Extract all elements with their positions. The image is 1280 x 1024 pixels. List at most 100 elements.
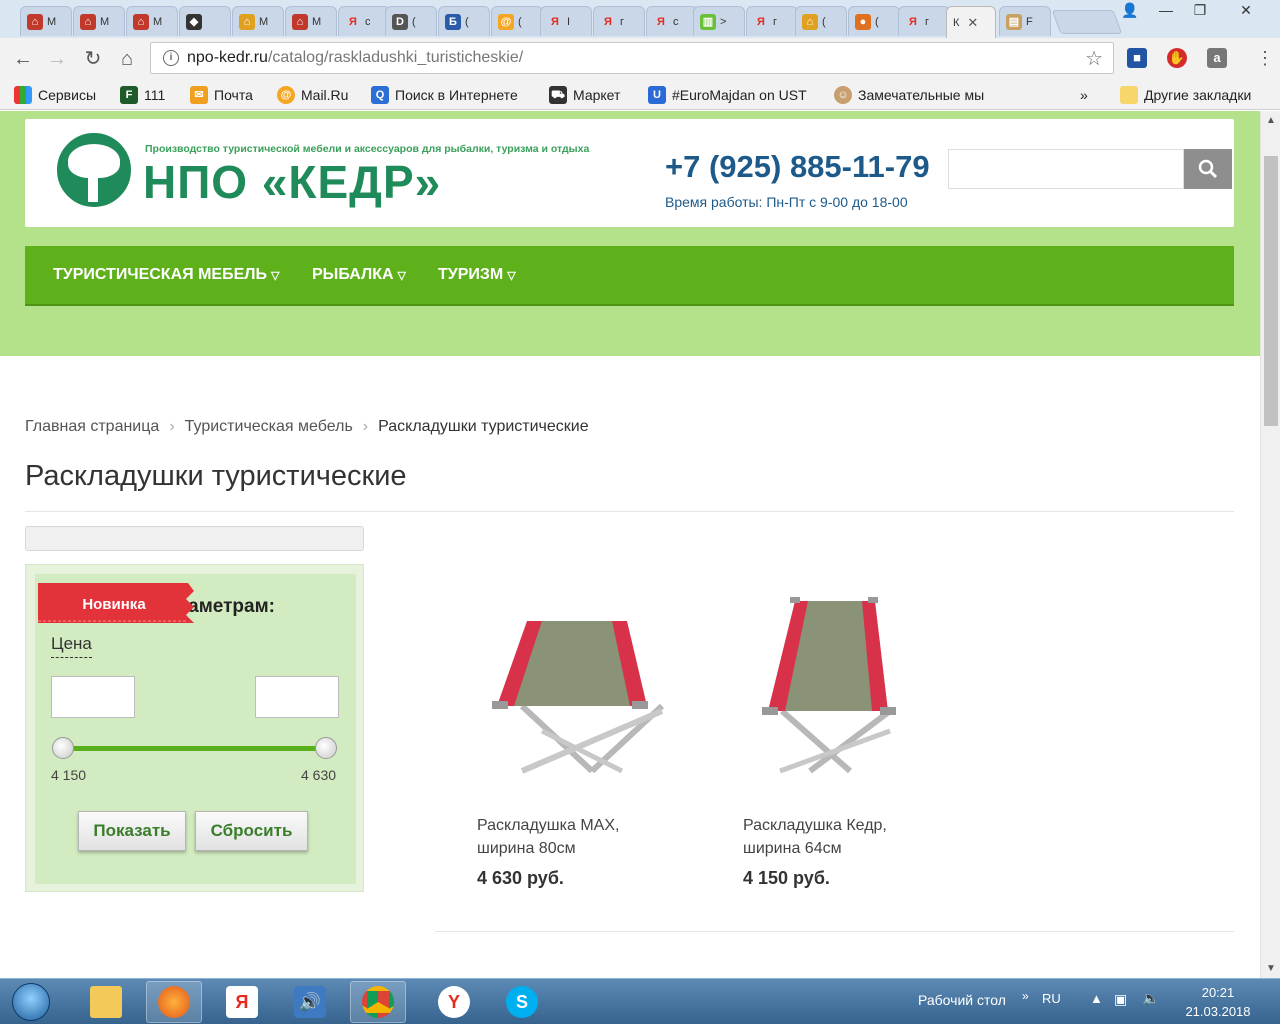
language-indicator[interactable]: RU: [1042, 991, 1061, 1006]
browser-tab-active[interactable]: К ✕: [946, 6, 996, 38]
kedr-favicon: ⌂: [239, 13, 255, 30]
nav-item-tourist-furniture[interactable]: ТУРИСТИЧЕСКАЯ МЕБЕЛЬ ▽: [53, 266, 279, 284]
reload-button[interactable]: ↻: [80, 47, 106, 71]
new-tab-button[interactable]: [1051, 10, 1123, 34]
taskbar-firefox[interactable]: [146, 981, 202, 1023]
breadcrumb-section[interactable]: Туристическая мебель: [185, 418, 353, 435]
bookmark-euromajdan[interactable]: U #EuroMajdan on UST: [648, 85, 807, 105]
taskbar-skype[interactable]: S: [494, 981, 550, 1023]
taskbar-sound[interactable]: 🔊: [282, 981, 338, 1023]
breadcrumb-separator: ›: [362, 418, 369, 435]
start-button[interactable]: [4, 981, 58, 1023]
taskbar-explorer[interactable]: [78, 981, 134, 1023]
nav-item-fishing[interactable]: РЫБАЛКА ▽: [312, 266, 406, 284]
reset-button[interactable]: Сбросить: [195, 811, 308, 851]
browser-tab[interactable]: ⌂ М: [73, 6, 125, 36]
close-tab-icon[interactable]: ✕: [967, 15, 978, 31]
browser-tab[interactable]: ⌂ М: [20, 6, 72, 36]
bookmark-search[interactable]: Q Поиск в Интернете: [371, 85, 518, 105]
browser-tab[interactable]: ⌂ М: [285, 6, 337, 36]
price-slider-track[interactable]: [63, 746, 326, 751]
profile-button[interactable]: 👤: [1114, 0, 1146, 22]
bookmark-market[interactable]: ⛟ Маркет: [549, 85, 620, 105]
scroll-thumb[interactable]: [1264, 156, 1278, 426]
browser-tab[interactable]: Яг: [746, 6, 798, 36]
network-icon[interactable]: ▣: [1114, 991, 1127, 1008]
filter-bar: [25, 526, 364, 551]
page-favicon: ▤: [1006, 13, 1022, 30]
browser-tab[interactable]: ⌂ М: [126, 6, 178, 36]
adblock-icon[interactable]: ✋: [1167, 48, 1187, 68]
price-min-input[interactable]: [51, 676, 135, 718]
price-slider-max-handle[interactable]: [315, 737, 337, 759]
browser-tab[interactable]: ЯI: [540, 6, 592, 36]
close-window-button[interactable]: ✕: [1230, 0, 1262, 22]
person-icon: 👤: [1121, 2, 1139, 18]
person-icon: ☺: [834, 86, 852, 104]
yandex-favicon: Я: [909, 15, 917, 28]
price-slider-min-handle[interactable]: [52, 737, 74, 759]
page-scrollbar[interactable]: ▲ ▼: [1260, 111, 1280, 978]
scroll-up-icon[interactable]: ▲: [1266, 115, 1276, 126]
maximize-button[interactable]: ❐: [1184, 0, 1216, 22]
url-host: npo-kedr.ru: [187, 49, 268, 66]
product-image-cot-max[interactable]: [472, 581, 712, 791]
site-brand[interactable]: НПО «КЕДР»: [143, 155, 441, 209]
bookmark-mail[interactable]: ✉ Почта: [190, 85, 253, 105]
browser-tab[interactable]: ◆: [179, 6, 231, 36]
address-bar[interactable]: i npo-kedr.ru/catalog/raskladushki_turis…: [150, 42, 1114, 74]
volume-icon[interactable]: 🔈: [1142, 990, 1159, 1007]
minimize-button[interactable]: —: [1150, 0, 1182, 22]
home-button[interactable]: ⌂: [114, 47, 140, 71]
nav-item-tourism[interactable]: ТУРИЗМ ▽: [438, 266, 516, 284]
desktop-toolbar-label[interactable]: Рабочий стол: [918, 992, 1006, 1008]
bookmark-services[interactable]: Сервисы: [14, 85, 96, 105]
product-name[interactable]: Раскладушка Кедр, ширина 64см: [743, 814, 943, 860]
taskbar-yandex-browser[interactable]: Я: [214, 981, 270, 1023]
bookmark-111[interactable]: F 111: [120, 85, 165, 105]
extension-flag-icon[interactable]: ■: [1127, 48, 1147, 68]
price-filter-label[interactable]: Цена: [51, 634, 92, 658]
bookmarks-more-button[interactable]: »: [1080, 85, 1088, 105]
bookmark-zamechatelnye[interactable]: ☺ Замечательные мы: [834, 85, 1006, 105]
product-name[interactable]: Раскладушка MAX, ширина 80см: [477, 814, 677, 860]
browser-tab[interactable]: ⌂(: [795, 6, 847, 36]
browser-tab[interactable]: Яг: [898, 6, 950, 36]
bookmark-star-icon[interactable]: ☆: [1085, 46, 1103, 71]
price-max-input[interactable]: [255, 676, 339, 718]
taskbar-chrome[interactable]: [350, 981, 406, 1023]
breadcrumb-home[interactable]: Главная страница: [25, 418, 159, 435]
browser-tab[interactable]: Яс: [646, 6, 698, 36]
show-button[interactable]: Показать: [78, 811, 186, 851]
browser-tab[interactable]: Б(: [438, 6, 490, 36]
search-input[interactable]: [948, 149, 1184, 189]
taskbar-yandex[interactable]: Y: [426, 981, 482, 1023]
browser-tab[interactable]: ▥ >: [693, 6, 745, 36]
browser-tab[interactable]: @(: [491, 6, 543, 36]
b-favicon: Б: [445, 13, 461, 30]
search-button[interactable]: [1184, 149, 1232, 189]
price-min-value: 4 150: [51, 767, 87, 783]
tray-chevron-icon[interactable]: ▲: [1090, 991, 1103, 1006]
browser-tab[interactable]: Яг: [593, 6, 645, 36]
bookmark-mailru[interactable]: @ Mail.Ru: [277, 85, 348, 105]
clock[interactable]: 20:21 21.03.2018: [1178, 983, 1258, 1021]
back-button[interactable]: ←: [10, 47, 36, 71]
product-image-cot-kedr[interactable]: [740, 581, 980, 791]
info-icon[interactable]: i: [163, 50, 179, 66]
phone-number[interactable]: +7 (925) 885-11-79: [665, 149, 930, 185]
scroll-down-icon[interactable]: ▼: [1266, 963, 1276, 974]
expand-tray-icon[interactable]: »: [1022, 989, 1029, 1003]
browser-tab[interactable]: ▤ F: [999, 6, 1051, 36]
browser-tab[interactable]: ●(: [848, 6, 900, 36]
menu-dots-icon[interactable]: ⋮: [1256, 48, 1274, 68]
extension-bag-icon[interactable]: a: [1207, 48, 1227, 68]
kedr-favicon: ⌂: [133, 13, 149, 30]
chevron-down-icon: ▽: [270, 270, 280, 282]
browser-tab[interactable]: D(: [385, 6, 437, 36]
forward-button[interactable]: →: [44, 47, 70, 71]
cedar-logo-icon[interactable]: [57, 133, 131, 207]
browser-tab[interactable]: Яс: [338, 6, 390, 36]
other-bookmarks[interactable]: Другие закладки: [1120, 85, 1251, 105]
browser-tab[interactable]: ⌂ М: [232, 6, 284, 36]
